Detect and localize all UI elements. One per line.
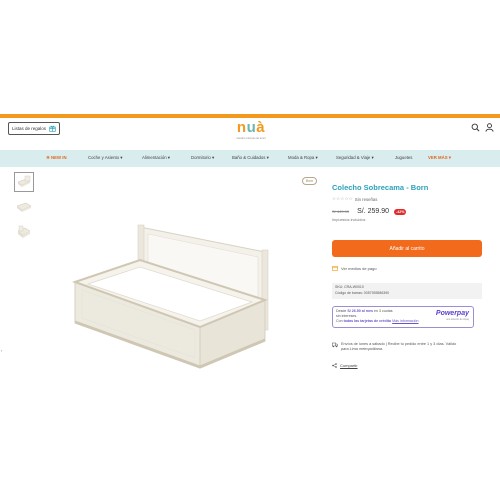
logo-letter: n [236,119,247,136]
crib-thumbnail-image [17,175,31,187]
discount-badge: -42% [394,208,407,215]
site-logo[interactable]: nuà nuestro universo de amor [229,119,273,141]
thumbnail-3[interactable] [14,222,34,242]
nav-item-alimentacion[interactable]: Alimentación ▾ [142,155,170,161]
nav-item-seguridad-viaje[interactable]: Seguridad & Viaje ▾ [336,155,374,161]
nav-item-bano-cuidados[interactable]: Baño & Cuidados ▾ [232,155,269,161]
powerpay-installments: en 3 cuotas [373,309,393,313]
brand-badge: Born [302,177,317,185]
star-rating-icon: ☆☆☆☆☆ [332,196,353,201]
shipping-line-2: para Lima metropolitana. [341,347,383,351]
share-icon [332,363,337,368]
crib-thumbnail-image [17,225,31,238]
nav-item-moda-ropa[interactable]: Moda & Ropa ▾ [288,155,318,161]
logo-letter: u [246,119,257,136]
powerpay-box: Desde S/ 26.50 al mes en 3 cuotas sin in… [332,306,474,328]
shipping-info: Envíos de lunes a sábado | Recibe tu ped… [332,342,482,352]
add-to-cart-button[interactable]: Añadir al carrito [332,240,482,257]
old-price: S/ 449.90 [332,209,350,214]
logo-letter: à [256,119,266,136]
powerpay-text: Desde S/ 26.50 al mes en 3 cuotas sin in… [336,309,424,324]
gallery-prev-icon[interactable]: ‹ [1,348,2,353]
site-header: Listas de regalos nuà nuestro universo d… [0,118,500,150]
logo-tagline: nuestro universo de amor [236,137,266,140]
price-row: S/ 449.90 S/. 259.90 -42% [332,208,482,215]
powerpay-prefix: Desde [336,309,347,313]
payment-methods-link[interactable]: Ver medios de pago [332,266,377,271]
product-title: Colecho Sobrecama - Born [332,183,429,192]
sku-box: SKU: CRA-W0010 Código de barras: 0057935… [332,283,482,299]
gift-registry-button[interactable]: Listas de regalos [8,122,60,135]
thumbnail-list [14,172,36,247]
card-icon [332,266,338,271]
gift-registry-label: Listas de regalos [12,126,47,131]
powerpay-cards-prefix: Con [336,319,343,323]
payment-methods-label: Ver medios de pago [341,266,377,271]
rating-row[interactable]: ☆☆☆☆☆ Sin reseñas [332,196,482,202]
nav-item-dormitorio[interactable]: Dormitorio ▾ [191,155,214,161]
main-navigation: ☀ NEW IN Coche y Asiento ▾ Alimentación … [0,150,500,167]
product-info-panel: Colecho Sobrecama - Born ☆☆☆☆☆ Sin reseñ… [332,183,482,368]
nav-item-new-in[interactable]: ☀ NEW IN [46,155,67,161]
reviews-count: Sin reseñas [354,196,378,202]
powerpay-amount: S/ 26.50 al mes [347,309,373,313]
thumbnail-2[interactable] [14,197,34,217]
powerpay-cards: todas las tarjetas de crédito [343,319,392,323]
share-link[interactable]: Compartir [332,363,358,368]
powerpay-logo-sub: una solución de izipay [446,319,469,321]
current-price: S/. 259.90 [357,208,390,215]
nav-item-ver-mas[interactable]: VER MÁS ▾ [428,155,451,161]
truck-icon [332,342,338,348]
nav-item-juguetes[interactable]: Juguetes [395,155,412,160]
crib-thumbnail-image [16,202,32,212]
nav-item-coche-asiento[interactable]: Coche y Asiento ▾ [88,155,122,161]
user-icon[interactable] [485,123,494,132]
share-label: Compartir [340,363,358,368]
gift-icon [49,125,56,132]
powerpay-more-info-link[interactable]: Más información [392,319,418,323]
search-icon[interactable] [471,123,480,132]
powerpay-logo: Powerpay [435,310,469,317]
powerpay-interest: sin intereses. [336,314,358,318]
barcode-line: Código de barras: 0057935586390 [335,290,390,295]
thumbnail-1[interactable] [14,172,34,192]
tax-note: Impuestos incluidos [332,218,366,222]
product-main-image[interactable] [60,222,290,387]
